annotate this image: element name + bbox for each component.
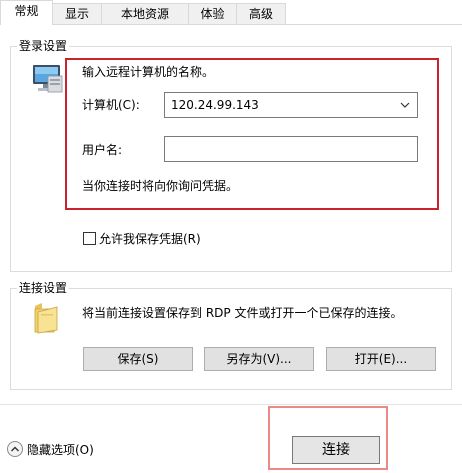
connect-button[interactable]: 连接	[292, 436, 380, 464]
connection-description: 将当前连接设置保存到 RDP 文件或打开一个已保存的连接。	[82, 306, 403, 320]
tab-display[interactable]: 显示	[52, 3, 102, 24]
tab-label: 显示	[64, 7, 89, 21]
tab-strip: 显示 本地资源 体验 高级 常规	[0, 0, 462, 25]
connection-settings-title: 连接设置	[17, 281, 70, 295]
credentials-hint: 当你连接时将向你询问凭据。	[82, 179, 239, 193]
save-button[interactable]: 保存(S)	[83, 347, 193, 371]
chevron-up-icon	[11, 446, 19, 452]
computer-combobox[interactable]: 120.24.99.143	[164, 92, 418, 118]
hide-options-toggle[interactable]	[7, 441, 23, 457]
open-button[interactable]: 打开(E)...	[326, 347, 436, 371]
hide-options-label[interactable]: 隐藏选项(O)	[27, 442, 94, 458]
save-credentials-checkbox[interactable]	[83, 232, 96, 245]
save-credentials-label[interactable]: 允许我保存凭据(R)	[99, 231, 201, 247]
computer-icon	[33, 65, 63, 93]
username-field[interactable]	[164, 136, 418, 162]
folder-icon	[34, 303, 58, 334]
save-as-button[interactable]: 另存为(V)...	[204, 347, 314, 371]
tab-experience[interactable]: 体验	[188, 3, 237, 24]
tab-label: 本地资源	[120, 7, 169, 21]
footer-divider	[0, 404, 462, 405]
tab-label: 高级	[248, 7, 273, 21]
computer-name-prompt: 输入远程计算机的名称。	[82, 65, 215, 79]
tab-label: 常规	[14, 4, 39, 18]
tab-label: 体验	[200, 7, 225, 21]
tab-advanced[interactable]: 高级	[236, 3, 286, 24]
computer-label: 计算机(C):	[82, 98, 140, 112]
username-label: 用户名:	[82, 143, 123, 157]
chevron-down-icon[interactable]	[399, 97, 411, 113]
login-settings-title: 登录设置	[17, 39, 70, 53]
tab-local-resources[interactable]: 本地资源	[101, 3, 189, 24]
tab-general[interactable]: 常规	[0, 0, 53, 25]
computer-value: 120.24.99.143	[171, 98, 259, 112]
connection-settings-group	[10, 288, 452, 390]
